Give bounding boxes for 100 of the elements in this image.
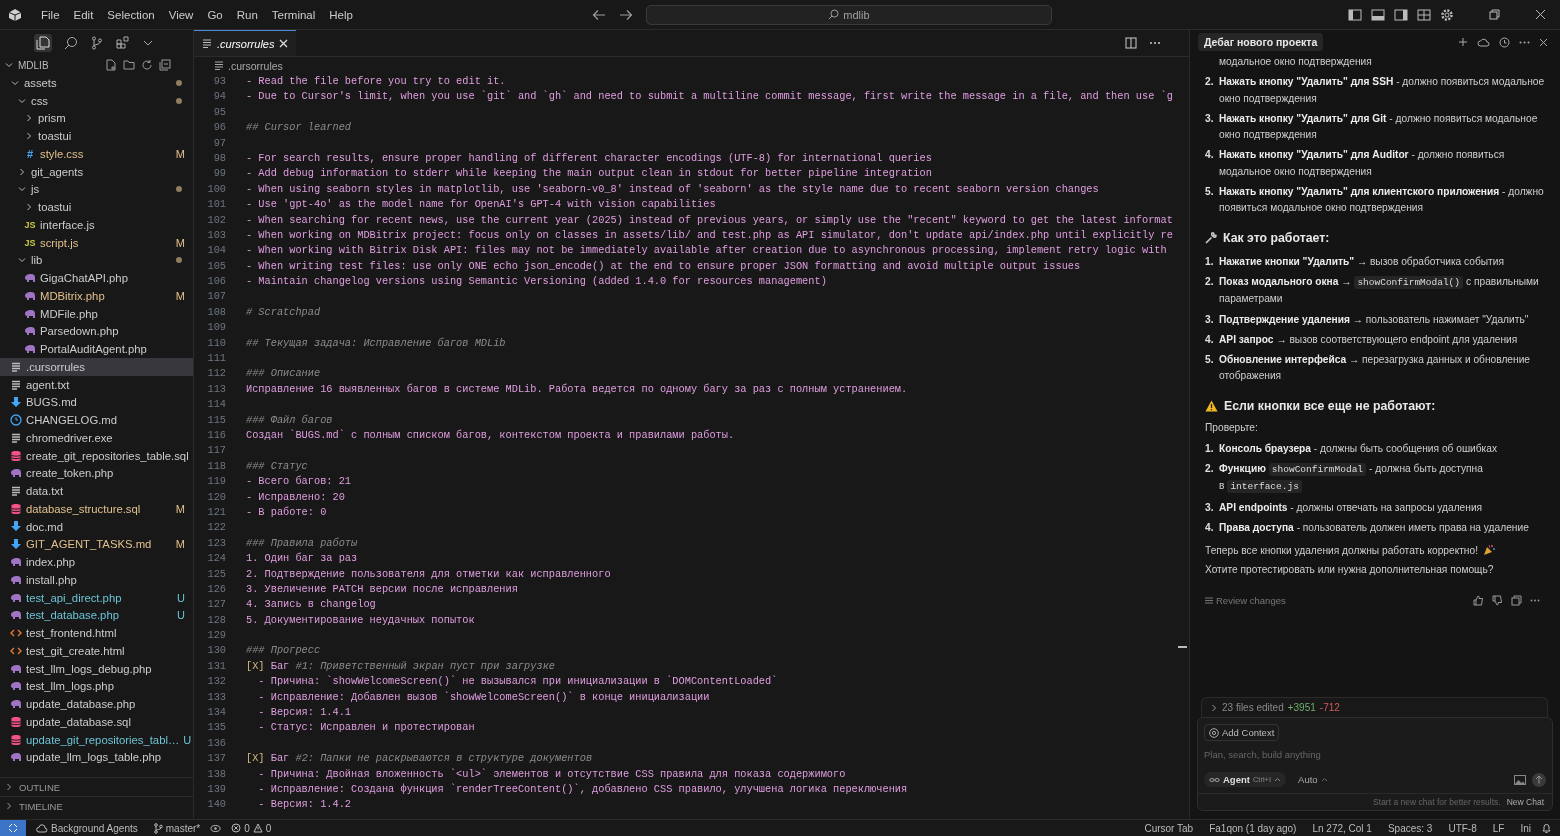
tree-item[interactable]: test_git_create.html xyxy=(0,642,193,660)
tree-item[interactable]: js xyxy=(0,180,193,199)
menu-item[interactable]: Run xyxy=(229,6,265,23)
tree-item[interactable]: data.txt xyxy=(0,482,193,500)
cloud-icon[interactable] xyxy=(1477,37,1490,47)
new-chat-link[interactable]: New Chat xyxy=(1506,797,1544,807)
status-item[interactable]: Spaces: 3 xyxy=(1387,822,1433,834)
tree-item[interactable]: create_git_repositories_table.sql xyxy=(0,446,193,465)
tree-item[interactable]: GigaChatAPI.php xyxy=(0,269,193,287)
tree-item[interactable]: JS script.js M xyxy=(0,233,193,252)
new-folder-icon[interactable] xyxy=(123,59,135,71)
history-icon[interactable] xyxy=(1499,36,1510,48)
menu-item[interactable]: Help xyxy=(322,6,360,23)
tree-item[interactable]: test_llm_logs.php xyxy=(0,677,193,696)
layout-icon[interactable] xyxy=(1417,8,1431,21)
tree-item[interactable]: test_database.php U xyxy=(0,606,193,625)
settings-icon[interactable] xyxy=(1440,7,1454,22)
tree-item[interactable]: update_database.sql xyxy=(0,713,193,731)
more-icon[interactable] xyxy=(1519,40,1530,44)
menu-item[interactable]: Terminal xyxy=(264,6,323,23)
thumbs-down-icon[interactable] xyxy=(1492,595,1503,607)
add-context-button[interactable]: Add Context xyxy=(1204,724,1280,741)
model-dropdown[interactable]: Auto xyxy=(1292,773,1334,786)
tree-item[interactable]: test_api_direct.php U xyxy=(0,588,193,607)
background-agents-item[interactable]: Background Agents xyxy=(36,822,138,834)
status-item[interactable]: Ln 272, Col 1 xyxy=(1312,822,1372,834)
status-item[interactable]: UTF-8 xyxy=(1448,822,1477,834)
restore-icon[interactable] xyxy=(1489,9,1500,20)
secondary-sidebar-icon[interactable] xyxy=(1394,8,1408,21)
tree-item[interactable]: create_token.php xyxy=(0,464,193,483)
editor-tab[interactable]: .cursorrules xyxy=(194,30,297,56)
tree-item[interactable]: assets xyxy=(0,74,193,92)
tree-item[interactable]: update_llm_logs_table.php xyxy=(0,748,193,767)
tree-item[interactable]: test_frontend.html xyxy=(0,624,193,642)
new-file-icon[interactable] xyxy=(105,59,117,71)
menu-item[interactable]: Go xyxy=(200,6,230,23)
tree-item[interactable]: Parsedown.php xyxy=(0,322,193,341)
tree-item[interactable]: update_git_repositories_tabl… U xyxy=(0,730,193,749)
tree-item[interactable]: test_llm_logs_debug.php xyxy=(0,659,193,678)
tree-item[interactable]: JS interface.js xyxy=(0,216,193,234)
tree-item[interactable]: BUGS.md xyxy=(0,393,193,412)
tree-item[interactable]: PortalAuditAgent.php xyxy=(0,340,193,358)
more-icon[interactable] xyxy=(1149,41,1161,45)
menu-item[interactable]: Edit xyxy=(66,6,101,23)
tree-item[interactable]: .cursorrules xyxy=(0,358,193,376)
remote-button[interactable] xyxy=(0,820,26,836)
panel-section-header[interactable]: OUTLINE xyxy=(0,777,193,796)
chat-tab[interactable]: Дебаг нового проекта xyxy=(1198,33,1324,51)
notification-icon[interactable] xyxy=(1541,822,1552,834)
sidebar-toggle-icon[interactable] xyxy=(1348,8,1362,21)
chevron-down-icon[interactable] xyxy=(4,60,14,70)
status-item[interactable]: Ini xyxy=(1520,822,1531,834)
menu-item[interactable]: View xyxy=(161,6,201,23)
tree-item[interactable]: prism xyxy=(0,109,193,128)
tree-item[interactable]: doc.md xyxy=(0,517,193,536)
tree-item[interactable]: lib xyxy=(0,251,193,270)
explorer-icon[interactable] xyxy=(34,34,52,52)
forward-arrow-icon[interactable] xyxy=(618,8,633,21)
status-item[interactable]: Cursor Tab xyxy=(1144,822,1194,834)
problems-item[interactable]: 0 0 xyxy=(231,822,272,834)
extensions-icon[interactable] xyxy=(116,36,130,50)
tree-item[interactable]: MDFile.php xyxy=(0,304,193,323)
close-icon[interactable] xyxy=(1539,37,1548,47)
tree-item[interactable]: # style.css M xyxy=(0,145,193,163)
back-arrow-icon[interactable] xyxy=(591,8,606,21)
more-icon[interactable] xyxy=(1530,599,1540,603)
review-changes-link[interactable]: Review changes xyxy=(1216,595,1286,607)
tree-item[interactable]: MDBitrix.php M xyxy=(0,287,193,305)
refresh-icon[interactable] xyxy=(141,59,153,71)
panel-section-header[interactable]: TIMELINE xyxy=(0,796,193,815)
files-edited-bar[interactable]: 23 files edited +3951 -712 xyxy=(1201,697,1548,717)
branch-item[interactable]: master* xyxy=(153,822,201,834)
image-icon[interactable] xyxy=(1514,774,1526,785)
sync-icon[interactable] xyxy=(210,823,222,833)
status-item[interactable]: Fa1qon (1 day ago) xyxy=(1209,822,1297,834)
close-icon[interactable] xyxy=(1535,9,1546,20)
menu-item[interactable]: Selection xyxy=(100,6,162,23)
tree-item[interactable]: agent.txt xyxy=(0,375,193,394)
tree-item[interactable]: CHANGELOG.md xyxy=(0,411,193,429)
tree-item[interactable]: database_structure.sql M xyxy=(0,500,193,518)
tree-item[interactable]: install.php xyxy=(0,571,193,589)
tree-item[interactable]: update_database.php xyxy=(0,695,193,713)
status-item[interactable]: LF xyxy=(1492,822,1505,834)
tree-item[interactable]: chromedriver.exe xyxy=(0,429,193,447)
tree-item[interactable]: git_agents xyxy=(0,162,193,181)
tree-item[interactable]: toastui xyxy=(0,198,193,216)
tree-item[interactable]: index.php xyxy=(0,553,193,571)
search-icon[interactable] xyxy=(64,36,78,50)
tree-item[interactable]: GIT_AGENT_TASKS.md M xyxy=(0,535,193,554)
tree-item[interactable]: css xyxy=(0,91,193,110)
plus-icon[interactable] xyxy=(1458,37,1468,47)
split-editor-icon[interactable] xyxy=(1125,37,1137,49)
collapse-all-icon[interactable] xyxy=(159,59,171,71)
source-control-icon[interactable] xyxy=(90,36,104,50)
tree-item[interactable]: toastui xyxy=(0,127,193,145)
breadcrumb-item[interactable]: .cursorrules xyxy=(228,59,283,72)
search-field[interactable]: mdlib xyxy=(645,4,1052,25)
copy-icon[interactable] xyxy=(1511,595,1522,607)
send-button[interactable] xyxy=(1532,772,1546,787)
menu-item[interactable]: File xyxy=(34,6,67,23)
